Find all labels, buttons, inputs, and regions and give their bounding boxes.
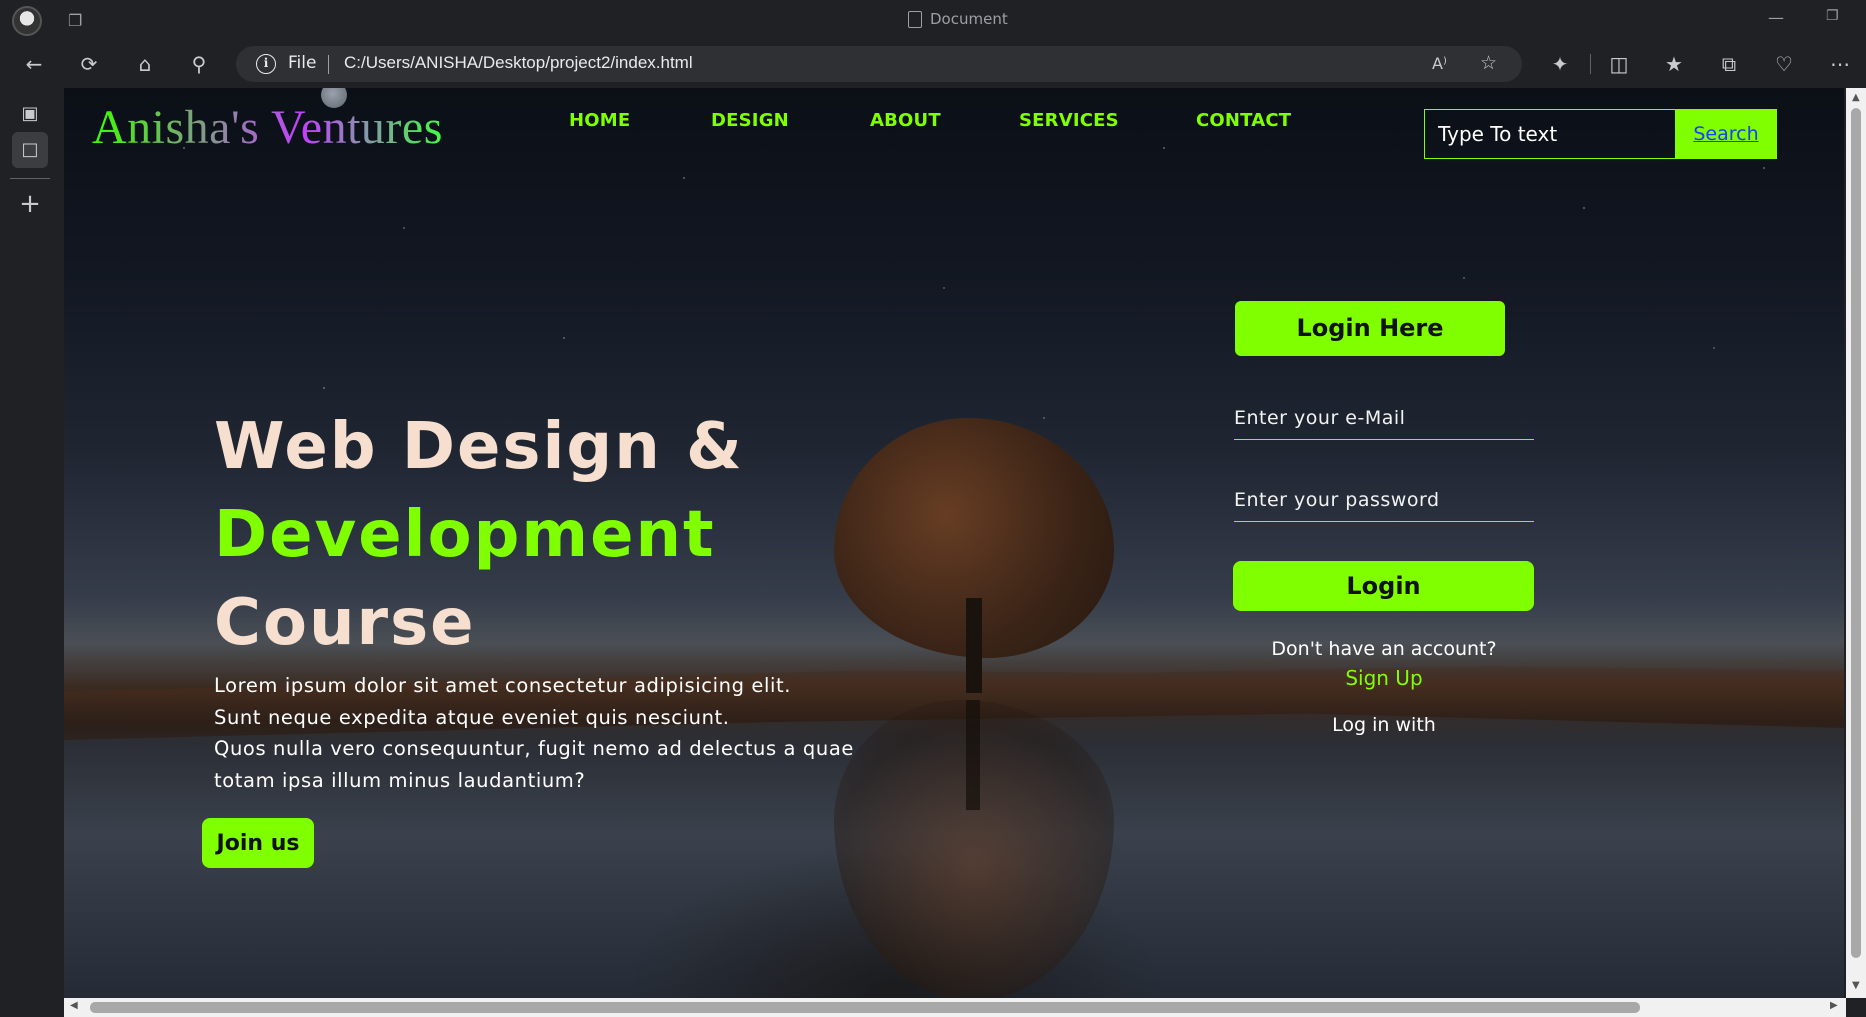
scroll-right-arrow-icon[interactable]: ▶ [1830, 1000, 1838, 1011]
no-account-text: Don't have an account? [1271, 638, 1497, 660]
browser-toolbar: ← ⟳ ⌂ ⚲ i File C:/Users/ANISHA/Desktop/p… [0, 42, 1866, 86]
password-field[interactable] [1234, 478, 1534, 522]
page-viewport: Anisha's Ventures HOME DESIGN ABOUT SERV… [64, 88, 1844, 998]
more-options-icon[interactable]: ⋯ [1826, 50, 1854, 78]
hero-title-line-3: Course [214, 586, 476, 660]
horizontal-scroll-thumb[interactable] [90, 1002, 1640, 1013]
hero-paragraph-line: totam ipsa illum minus laudantium? [214, 768, 586, 792]
profile-avatar[interactable] [12, 6, 42, 36]
home-icon[interactable]: ⌂ [131, 50, 159, 78]
collections-icon[interactable]: ⧉ [1715, 50, 1743, 78]
address-bar[interactable]: i File C:/Users/ANISHA/Desktop/project2/… [236, 46, 1522, 82]
sidebar-divider [10, 178, 50, 179]
extensions-icon[interactable]: ✦ [1546, 50, 1574, 78]
back-icon[interactable]: ← [20, 50, 48, 78]
tab-panel-icon[interactable]: ▣ [12, 96, 48, 132]
hero-paragraph-line: Sunt neque expedita atque eveniet quis n… [214, 705, 730, 729]
toolbar-divider [1590, 54, 1591, 74]
url-separator [328, 55, 329, 74]
login-here-heading: Login Here [1235, 301, 1505, 356]
document-icon [908, 10, 922, 28]
nav-services[interactable]: SERVICES [1019, 110, 1119, 131]
site-info-icon[interactable]: i [256, 54, 276, 74]
active-tab-document-icon[interactable]: □ [12, 132, 48, 168]
refresh-icon[interactable]: ⟳ [75, 50, 103, 78]
vertical-scroll-thumb[interactable] [1851, 108, 1861, 958]
hero-title-line-2: Development [214, 498, 716, 572]
log-in-with-text: Log in with [1332, 714, 1436, 736]
hero-paragraph-line: Quos nulla vero consequuntur, fugit nemo… [214, 737, 854, 760]
browser-essentials-icon[interactable]: ♡ [1770, 50, 1798, 78]
url-scheme-label: File [288, 53, 317, 73]
login-button[interactable]: Login [1233, 561, 1534, 611]
nav-about[interactable]: ABOUT [870, 110, 941, 131]
scroll-up-arrow-icon[interactable]: ▲ [1852, 92, 1860, 103]
vertical-scrollbar[interactable]: ▲ ▼ [1846, 88, 1866, 998]
tree-reflection-trunk [966, 700, 980, 810]
restore-icon[interactable]: ❐ [1826, 8, 1839, 24]
favorites-icon[interactable]: ★ [1660, 50, 1688, 78]
nav-home[interactable]: HOME [569, 110, 630, 131]
search-icon[interactable]: ⚲ [185, 50, 213, 78]
scroll-down-arrow-icon[interactable]: ▼ [1852, 980, 1860, 991]
hero-paragraph-line: Lorem ipsum dolor sit amet consectetur a… [214, 674, 792, 697]
minimize-icon[interactable]: — [1768, 8, 1784, 27]
nav-design[interactable]: DESIGN [711, 110, 789, 131]
tree-trunk [966, 598, 982, 693]
sign-up-link[interactable]: Sign Up [1234, 666, 1534, 690]
site-search-button[interactable]: Search [1675, 109, 1777, 159]
site-search-input[interactable] [1425, 110, 1675, 158]
hero-paragraph: Lorem ipsum dolor sit amet consectetur a… [214, 670, 894, 796]
url-text[interactable]: C:/Users/ANISHA/Desktop/project2/index.h… [344, 53, 693, 73]
join-us-button[interactable]: Join us [202, 818, 314, 868]
favorite-star-icon[interactable]: ☆ [1480, 52, 1497, 74]
scroll-left-arrow-icon[interactable]: ◀ [70, 1000, 78, 1011]
nav-contact[interactable]: CONTACT [1196, 110, 1291, 131]
window-title: Document [908, 10, 1008, 28]
horizontal-scrollbar[interactable]: ◀ ▶ [64, 998, 1846, 1017]
email-field[interactable] [1234, 396, 1534, 440]
split-screen-icon[interactable]: ◫ [1605, 50, 1633, 78]
vertical-tabs-sidebar: ▣ □ + [0, 86, 60, 1017]
site-logo[interactable]: Anisha's Ventures [92, 100, 443, 155]
window-title-text: Document [930, 10, 1008, 28]
tab-actions-icon[interactable]: ❐ [68, 11, 88, 31]
tree-image [834, 418, 1114, 693]
hero-title-line-1: Web Design & [214, 410, 744, 484]
new-tab-plus-icon[interactable]: + [12, 186, 48, 222]
site-search: Search [1424, 109, 1777, 159]
read-aloud-icon[interactable]: A⁾ [1432, 54, 1447, 73]
browser-titlebar: ❐ Document — ❐ [0, 0, 1866, 42]
